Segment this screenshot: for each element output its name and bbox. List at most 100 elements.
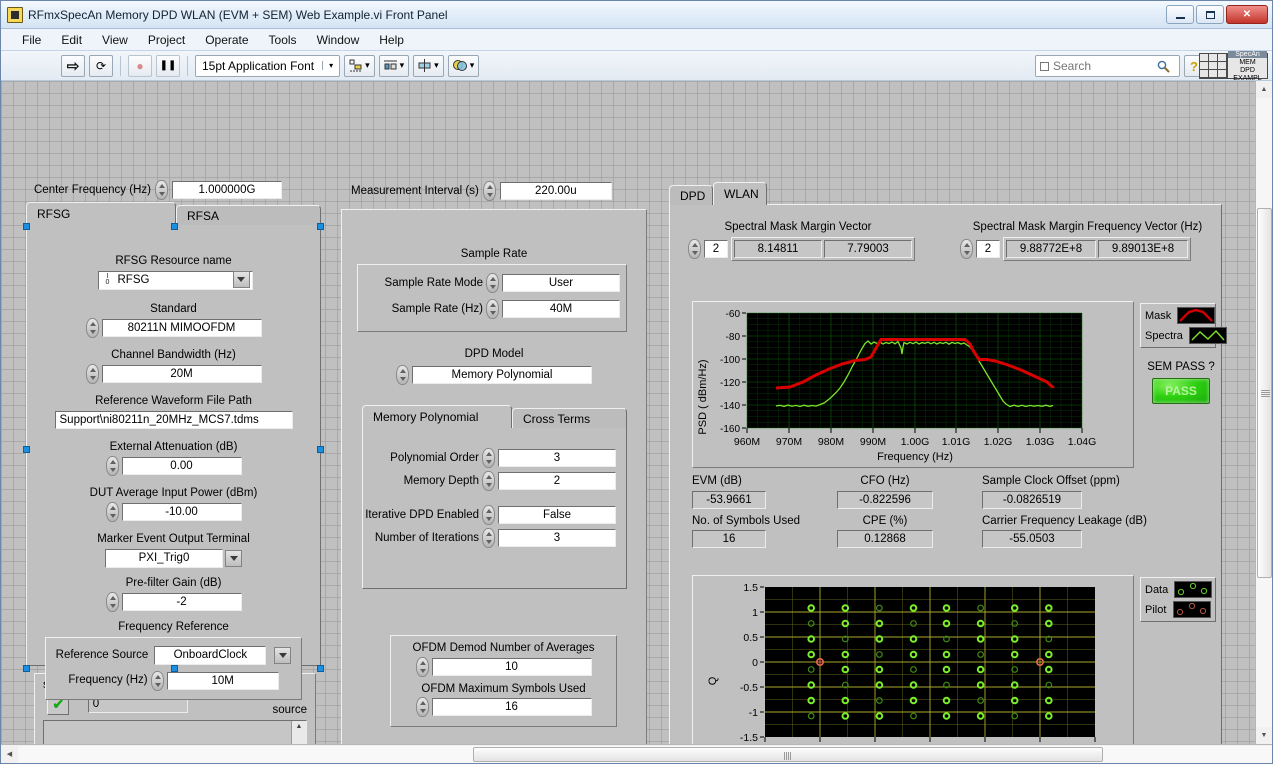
distribute-objects-button[interactable]: ▾ — [378, 54, 410, 77]
marker-event-output-terminal-value[interactable]: PXI_Trig0 — [105, 548, 223, 568]
selection-handle[interactable] — [317, 446, 324, 453]
mask-margin-freq-index-spinner[interactable] — [960, 238, 973, 259]
menu-operate[interactable]: Operate — [196, 31, 257, 49]
horizontal-scroll-thumb[interactable] — [473, 746, 1103, 762]
measurement-interval-control[interactable]: Measurement Interval (s) 220.00u — [351, 181, 612, 201]
selection-handle[interactable] — [23, 223, 30, 230]
selection-handle[interactable] — [317, 665, 324, 672]
model-tab-control[interactable]: Memory Polynomial Cross Terms Polynomial… — [362, 404, 627, 589]
rfsg-resource-name-dropdown[interactable] — [232, 270, 250, 288]
pre-filter-gain-spinner[interactable] — [105, 591, 119, 612]
sample-rate-mode-spinner[interactable] — [486, 273, 499, 293]
abort-execution-button[interactable]: ● — [128, 54, 152, 77]
memory-depth-value[interactable]: 2 — [498, 472, 616, 490]
tab-rfsa[interactable]: RFSA — [176, 205, 321, 225]
sample-rate-spinner[interactable] — [486, 299, 499, 319]
dpd-model-control[interactable]: Memory Polynomial — [342, 365, 646, 385]
reference-frequency-value[interactable]: 10M — [166, 671, 279, 690]
tab-memory-polynomial[interactable]: Memory Polynomial — [362, 405, 512, 428]
dpd-model-value[interactable]: Memory Polynomial — [412, 366, 592, 384]
dut-average-input-power-spinner[interactable] — [105, 501, 119, 522]
pre-filter-gain-value[interactable]: -2 — [121, 592, 242, 611]
mask-margin-index-spinner[interactable] — [688, 238, 701, 259]
legend-item-spectra[interactable]: Spectra — [1145, 327, 1227, 344]
sample-rate-value[interactable]: 40M — [502, 300, 620, 318]
polynomial-order-spinner[interactable] — [482, 448, 495, 468]
menu-help[interactable]: Help — [370, 31, 413, 49]
tab-dpd[interactable]: DPD — [669, 185, 713, 205]
center-frequency-value[interactable]: 1.000000G — [171, 181, 282, 199]
rfsg-resource-name-control[interactable]: RFSG Resource name I0 RFSG — [27, 255, 320, 290]
dut-average-input-power-value[interactable]: -10.00 — [121, 502, 242, 521]
channel-bandwidth-spinner[interactable] — [85, 363, 99, 384]
legend-item-mask[interactable]: Mask — [1145, 307, 1216, 324]
marker-event-output-terminal-dropdown[interactable] — [225, 549, 242, 567]
vertical-scroll-thumb[interactable] — [1256, 208, 1272, 578]
reorder-objects-button[interactable]: ▾ — [447, 54, 480, 77]
legend-item-data[interactable]: Data — [1145, 581, 1213, 598]
horizontal-scrollbar[interactable]: ◀ — [1, 744, 1272, 763]
selection-handle[interactable] — [171, 223, 178, 230]
external-attenuation-spinner[interactable] — [105, 455, 119, 476]
iterative-dpd-enabled-value[interactable]: False — [498, 506, 616, 524]
pause-button[interactable]: ❚❚ — [156, 54, 180, 77]
dpd-wlan-tab-control[interactable]: DPD WLAN Spectral Mask Margin Vector 2 8… — [669, 181, 1227, 744]
font-selector[interactable]: 15pt Application Font ▾ — [195, 54, 341, 77]
number-of-iterations-spinner[interactable] — [482, 528, 495, 548]
reference-frequency-spinner[interactable] — [150, 670, 164, 691]
measurement-interval-value[interactable]: 220.00u — [499, 182, 612, 200]
constellation-graph[interactable]: Q 1.5 1 0.5 0 -0.5 -1 -1.5 — [692, 575, 1134, 744]
close-button[interactable]: ✕ — [1226, 5, 1268, 24]
selection-handle[interactable] — [317, 223, 324, 230]
spectrum-legend[interactable]: Mask Spectra — [1140, 303, 1227, 348]
spectrum-graph[interactable]: PSD ( dBm/Hz) -60 -80 -100 -120 -140 -160 — [692, 301, 1134, 468]
run-button[interactable]: ⇨ — [61, 54, 85, 77]
constellation-legend[interactable]: Data Pilot — [1140, 577, 1216, 622]
marker-event-output-terminal-control[interactable]: Marker Event Output Terminal PXI_Trig0 — [27, 533, 320, 568]
mask-margin-index-value[interactable]: 2 — [704, 239, 728, 258]
external-attenuation-value[interactable]: 0.00 — [121, 456, 242, 475]
connector-pane[interactable]: SpecAn MEM DPD EXAMPL — [1199, 50, 1268, 82]
reference-source-value[interactable]: OnboardClock — [154, 645, 267, 665]
menu-edit[interactable]: Edit — [52, 31, 91, 49]
rfsg-rfsa-tab-control[interactable]: RFSG RFSA RFSG Resource name I0 RFSG Sta… — [23, 201, 324, 700]
sample-rate-mode-value[interactable]: User — [502, 274, 620, 292]
minimize-button[interactable] — [1166, 5, 1194, 24]
run-continuously-button[interactable]: ⟳ — [89, 54, 113, 77]
selection-handle[interactable] — [23, 665, 30, 672]
external-attenuation-control[interactable]: External Attenuation (dB) 0.00 — [27, 441, 320, 476]
measurement-interval-spinner[interactable] — [482, 181, 496, 201]
center-frequency-control[interactable]: Center Frequency (Hz) 1.000000G — [34, 180, 282, 200]
legend-item-pilot[interactable]: Pilot — [1145, 601, 1211, 618]
number-of-iterations-value[interactable]: 3 — [498, 529, 616, 547]
ofdm-max-symbols-spinner[interactable] — [415, 697, 429, 718]
polynomial-order-value[interactable]: 3 — [498, 449, 616, 467]
search-box[interactable] — [1035, 55, 1180, 77]
channel-bandwidth-control[interactable]: Channel Bandwidth (Hz) 20M — [27, 349, 320, 384]
menu-file[interactable]: File — [13, 31, 50, 49]
ofdm-averages-value[interactable]: 10 — [431, 657, 592, 676]
menu-view[interactable]: View — [93, 31, 137, 49]
tab-rfsg[interactable]: RFSG — [26, 202, 176, 225]
dut-average-input-power-control[interactable]: DUT Average Input Power (dBm) -10.00 — [27, 487, 320, 522]
tab-cross-terms[interactable]: Cross Terms — [512, 408, 627, 428]
rfsg-resource-name-field[interactable]: I0 RFSG — [97, 270, 253, 290]
menu-tools[interactable]: Tools — [260, 31, 306, 49]
memory-depth-spinner[interactable] — [482, 471, 495, 491]
reference-waveform-path-value[interactable]: Support\ni80211n_20MHz_MCS7.tdms — [54, 410, 293, 429]
reference-source-dropdown[interactable] — [274, 646, 292, 664]
resize-objects-button[interactable]: ▾ — [413, 54, 444, 77]
selection-handle[interactable] — [171, 665, 178, 672]
ofdm-averages-spinner[interactable] — [415, 656, 429, 677]
channel-bandwidth-value[interactable]: 20M — [101, 364, 262, 383]
scroll-up-icon[interactable]: ▲ — [1255, 81, 1272, 98]
dpd-model-spinner[interactable] — [396, 365, 409, 385]
standard-value[interactable]: 80211N MIMOOFDM — [101, 318, 262, 337]
selection-handle[interactable] — [23, 446, 30, 453]
ofdm-max-symbols-value[interactable]: 16 — [431, 698, 592, 717]
iterative-dpd-enabled-spinner[interactable] — [482, 505, 495, 525]
standard-spinner[interactable] — [85, 317, 99, 338]
reference-waveform-path-control[interactable]: Reference Waveform File Path Support\ni8… — [27, 395, 320, 429]
vertical-scrollbar[interactable]: ▲ ▼ — [1255, 81, 1272, 744]
search-input[interactable] — [1053, 59, 1153, 73]
